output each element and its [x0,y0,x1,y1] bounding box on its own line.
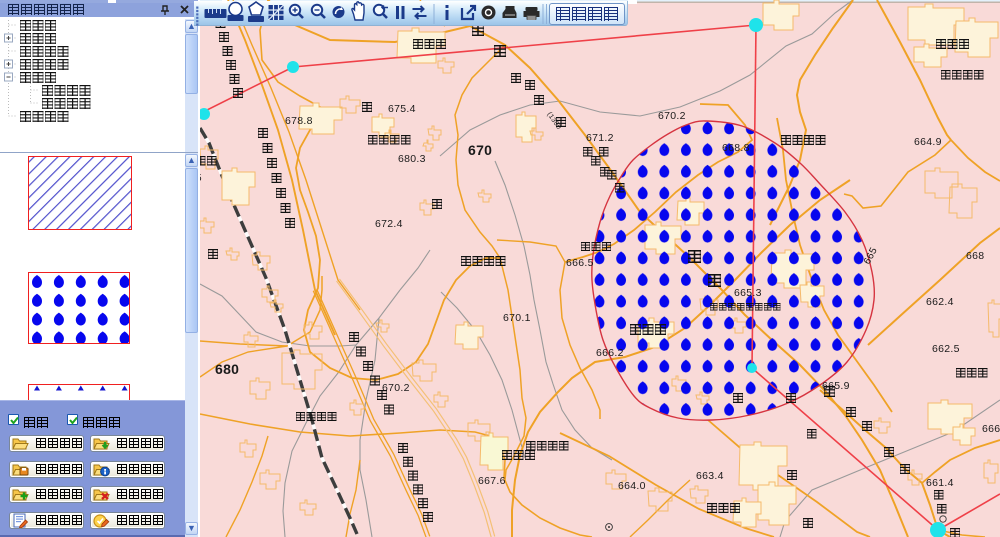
svg-text:662.4: 662.4 [926,296,954,308]
svg-text:680: 680 [215,361,239,377]
svg-text:672.4: 672.4 [375,218,403,230]
svg-text:666.5: 666.5 [566,257,594,269]
svg-text:664.9: 664.9 [914,136,942,148]
svg-text:670.1: 670.1 [503,312,531,324]
svg-text:675.4: 675.4 [388,103,416,115]
svg-text:663.4: 663.4 [696,470,724,482]
svg-text:671.2: 671.2 [586,132,614,144]
svg-text:666.2: 666.2 [596,347,624,359]
svg-text:662.5: 662.5 [932,343,960,355]
svg-text:668: 668 [966,250,984,262]
svg-text:661.4: 661.4 [926,477,954,489]
svg-text:670: 670 [468,142,492,158]
svg-text:664.0: 664.0 [618,480,646,492]
svg-text:668.8: 668.8 [722,142,750,154]
svg-text:678.8: 678.8 [285,115,313,127]
svg-text:665.3: 665.3 [734,287,762,299]
svg-text:680.3: 680.3 [398,153,426,165]
svg-text:670.2: 670.2 [658,110,686,122]
svg-text:667.6: 667.6 [478,475,506,487]
svg-text:666: 666 [982,423,1000,435]
